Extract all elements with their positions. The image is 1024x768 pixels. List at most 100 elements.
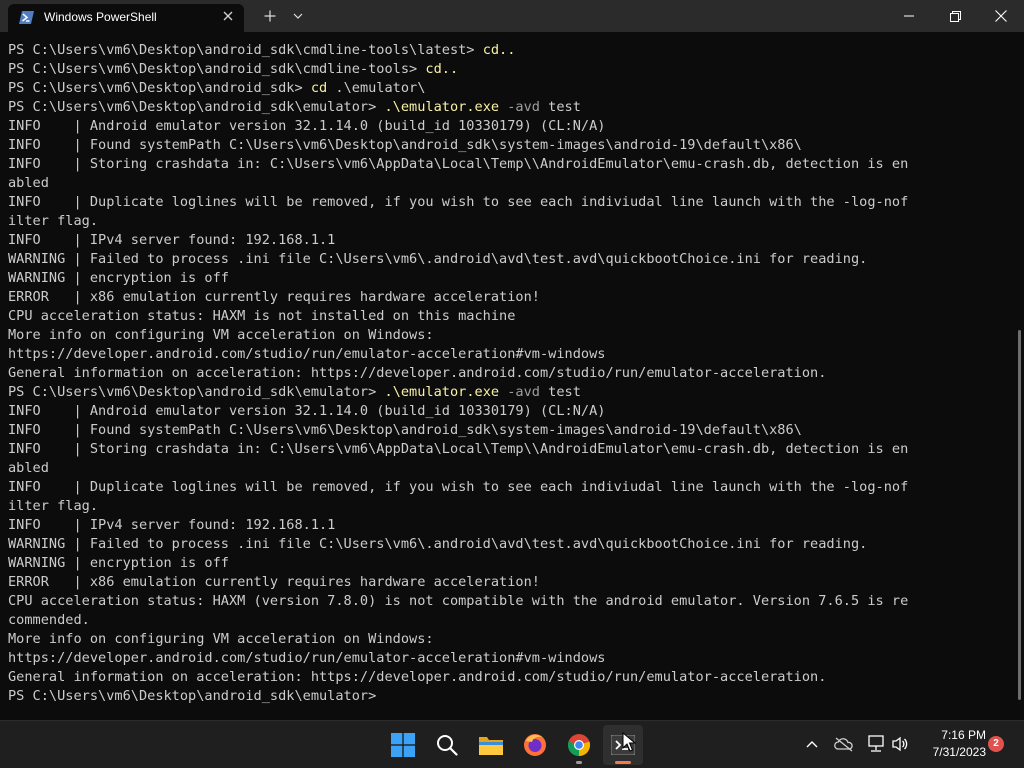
output-text: .\emulator\ bbox=[327, 80, 426, 96]
search-button[interactable] bbox=[427, 725, 467, 765]
terminal-line: INFO | Found systemPath C:\Users\vm6\Des… bbox=[8, 136, 1016, 155]
windows-start-icon bbox=[391, 733, 415, 757]
title-bar: Windows PowerShell bbox=[0, 0, 1024, 32]
terminal-line: ERROR | x86 emulation currently requires… bbox=[8, 573, 1016, 592]
terminal-line: PS C:\Users\vm6\Desktop\android_sdk\emul… bbox=[8, 383, 1016, 402]
output-text: INFO | Duplicate loglines will be remove… bbox=[8, 194, 909, 210]
file-explorer-button[interactable] bbox=[471, 725, 511, 765]
terminal-line: abled bbox=[8, 459, 1016, 478]
running-indicator bbox=[576, 761, 582, 764]
powershell-icon bbox=[19, 11, 34, 24]
chrome-button[interactable] bbox=[559, 725, 599, 765]
output-text: WARNING | Failed to process .ini file C:… bbox=[8, 536, 868, 552]
output-text: https://developer.android.com/studio/run… bbox=[8, 650, 606, 666]
close-window-button[interactable] bbox=[978, 0, 1024, 32]
minimize-button[interactable] bbox=[886, 0, 932, 32]
terminal-line: WARNING | encryption is off bbox=[8, 269, 1016, 288]
terminal-line: PS C:\Users\vm6\Desktop\android_sdk\emul… bbox=[8, 687, 1016, 706]
terminal-line: PS C:\Users\vm6\Desktop\android_sdk\cmdl… bbox=[8, 60, 1016, 79]
command-text: .\emulator.exe bbox=[384, 99, 500, 115]
output-text: test bbox=[539, 99, 581, 115]
tab-dropdown-button[interactable] bbox=[286, 0, 310, 32]
output-text: PS C:\Users\vm6\Desktop\android_sdk\cmdl… bbox=[8, 61, 426, 77]
taskbar: 7:16 PM 7/31/2023 bbox=[0, 720, 1024, 768]
output-text: abled bbox=[8, 175, 49, 191]
output-text: ilter flag. bbox=[8, 213, 99, 229]
output-text: INFO | IPv4 server found: 192.168.1.1 bbox=[8, 232, 336, 248]
output-text: INFO | Found systemPath C:\Users\vm6\Des… bbox=[8, 422, 802, 438]
terminal-output[interactable]: PS C:\Users\vm6\Desktop\android_sdk\cmdl… bbox=[0, 32, 1016, 720]
output-text: INFO | Android emulator version 32.1.14.… bbox=[8, 403, 606, 419]
volume-icon bbox=[892, 736, 908, 752]
scrollbar-thumb[interactable] bbox=[1018, 330, 1021, 700]
output-text: ERROR | x86 emulation currently requires… bbox=[8, 289, 540, 305]
terminal-line: https://developer.android.com/studio/run… bbox=[8, 345, 1016, 364]
terminal-line: ilter flag. bbox=[8, 497, 1016, 516]
new-tab-button[interactable] bbox=[256, 0, 284, 32]
terminal-line: INFO | IPv4 server found: 192.168.1.1 bbox=[8, 516, 1016, 535]
notification-badge[interactable]: 2 bbox=[988, 736, 1004, 752]
output-text: WARNING | encryption is off bbox=[8, 555, 229, 571]
output-text: PS C:\Users\vm6\Desktop\android_sdk> bbox=[8, 80, 311, 96]
start-button[interactable] bbox=[383, 725, 423, 765]
onedrive-button[interactable] bbox=[833, 733, 855, 755]
terminal-line: WARNING | Failed to process .ini file C:… bbox=[8, 535, 1016, 554]
close-icon[interactable] bbox=[221, 9, 235, 23]
terminal-line: General information on acceleration: htt… bbox=[8, 668, 1016, 687]
clock-time: 7:16 PM bbox=[941, 728, 986, 742]
firefox-icon bbox=[524, 734, 546, 756]
terminal-line: INFO | Storing crashdata in: C:\Users\vm… bbox=[8, 440, 1016, 459]
terminal-line: commended. bbox=[8, 611, 1016, 630]
active-indicator bbox=[615, 761, 631, 764]
terminal-line: INFO | Android emulator version 32.1.14.… bbox=[8, 117, 1016, 136]
output-text: General information on acceleration: htt… bbox=[8, 365, 827, 381]
network-button[interactable] bbox=[865, 733, 887, 755]
output-text: https://developer.android.com/studio/run… bbox=[8, 346, 606, 362]
minimize-icon bbox=[904, 15, 914, 17]
command-text: cd.. bbox=[482, 42, 516, 58]
output-text: INFO | Duplicate loglines will be remove… bbox=[8, 479, 909, 495]
onedrive-icon bbox=[834, 737, 853, 752]
output-text: General information on acceleration: htt… bbox=[8, 669, 827, 685]
output-text: CPU acceleration status: HAXM is not ins… bbox=[8, 308, 516, 324]
plus-icon bbox=[264, 10, 276, 22]
output-text: PS C:\Users\vm6\Desktop\android_sdk\emul… bbox=[8, 99, 385, 115]
clock[interactable]: 7:16 PM 7/31/2023 bbox=[914, 727, 986, 761]
output-text: ERROR | x86 emulation currently requires… bbox=[8, 574, 540, 590]
output-text: INFO | Storing crashdata in: C:\Users\vm… bbox=[8, 441, 909, 457]
firefox-button[interactable] bbox=[515, 725, 555, 765]
parameter-text: -avd bbox=[499, 384, 540, 400]
mouse-cursor-icon bbox=[622, 732, 636, 752]
clock-date: 7/31/2023 bbox=[932, 745, 986, 759]
terminal-line: ERROR | x86 emulation currently requires… bbox=[8, 288, 1016, 307]
terminal-line: abled bbox=[8, 174, 1016, 193]
terminal-line: INFO | Duplicate loglines will be remove… bbox=[8, 193, 1016, 212]
terminal-line: CPU acceleration status: HAXM (version 7… bbox=[8, 592, 1016, 611]
output-text: commended. bbox=[8, 612, 90, 628]
chevron-down-icon bbox=[293, 13, 303, 19]
command-text: .\emulator.exe bbox=[384, 384, 500, 400]
terminal-line: INFO | Storing crashdata in: C:\Users\vm… bbox=[8, 155, 1016, 174]
terminal-line: General information on acceleration: htt… bbox=[8, 364, 1016, 383]
tab-windows-powershell[interactable]: Windows PowerShell bbox=[8, 4, 244, 32]
show-hidden-icons-button[interactable] bbox=[801, 733, 823, 755]
output-text: More info on configuring VM acceleration… bbox=[8, 327, 434, 343]
output-text: INFO | Storing crashdata in: C:\Users\vm… bbox=[8, 156, 909, 172]
output-text: INFO | Android emulator version 32.1.14.… bbox=[8, 118, 606, 134]
command-text: cd.. bbox=[425, 61, 459, 77]
terminal-line: WARNING | encryption is off bbox=[8, 554, 1016, 573]
volume-button[interactable] bbox=[889, 733, 911, 755]
terminal-line: INFO | Found systemPath C:\Users\vm6\Des… bbox=[8, 421, 1016, 440]
restore-button[interactable] bbox=[932, 0, 978, 32]
terminal-line: PS C:\Users\vm6\Desktop\android_sdk\cmdl… bbox=[8, 41, 1016, 60]
output-text: PS C:\Users\vm6\Desktop\android_sdk\emul… bbox=[8, 688, 385, 704]
output-text: WARNING | Failed to process .ini file C:… bbox=[8, 251, 868, 267]
search-icon bbox=[437, 735, 458, 756]
chrome-icon bbox=[567, 734, 591, 757]
output-text: PS C:\Users\vm6\Desktop\android_sdk\cmdl… bbox=[8, 42, 483, 58]
file-explorer-icon bbox=[479, 737, 503, 755]
terminal-line: https://developer.android.com/studio/run… bbox=[8, 649, 1016, 668]
terminal-line: PS C:\Users\vm6\Desktop\android_sdk> cd … bbox=[8, 79, 1016, 98]
terminal-line: More info on configuring VM acceleration… bbox=[8, 326, 1016, 345]
output-text: INFO | Found systemPath C:\Users\vm6\Des… bbox=[8, 137, 802, 153]
